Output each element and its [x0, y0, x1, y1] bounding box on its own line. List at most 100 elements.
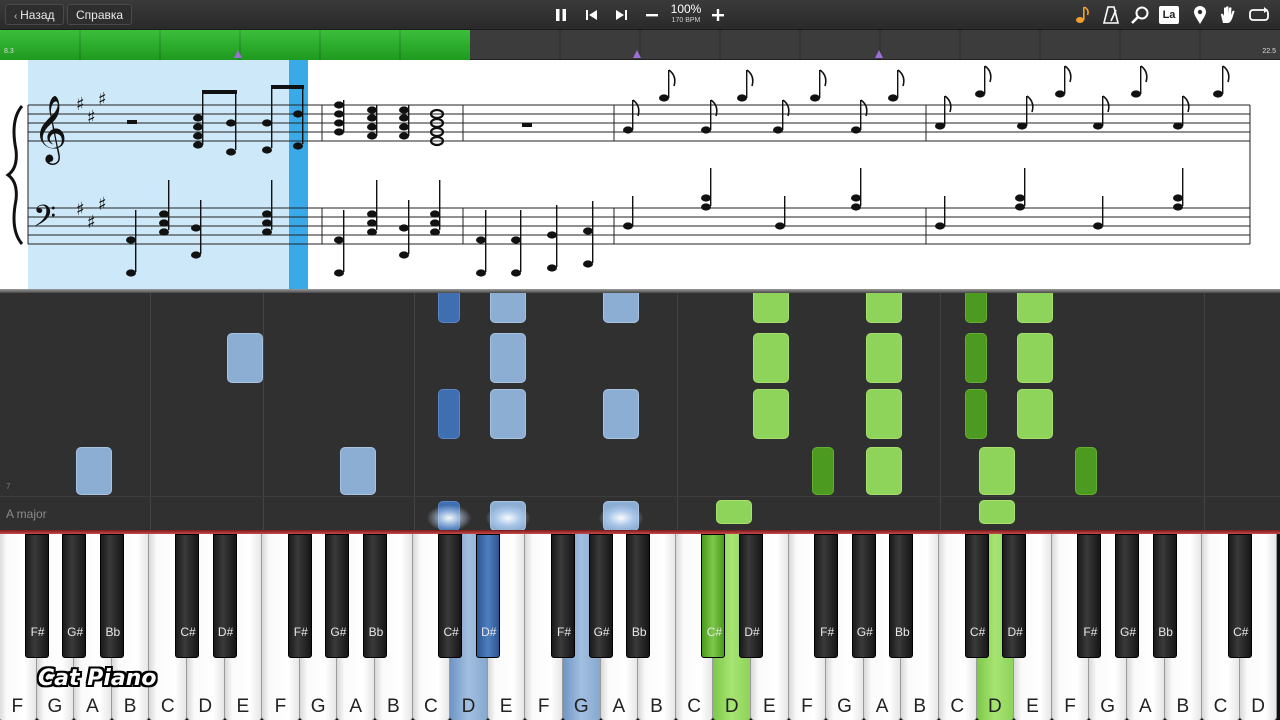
pause-icon[interactable]: [549, 3, 573, 27]
hand-icon[interactable]: [1216, 3, 1240, 27]
black-key[interactable]: C#: [438, 534, 463, 658]
white-key-label: D: [198, 696, 213, 717]
watermark: Cat Piano: [38, 666, 157, 691]
black-key[interactable]: Bb: [99, 534, 124, 658]
key-hit-glow: [486, 505, 530, 530]
falling-note: [1017, 333, 1053, 383]
measure-line: [263, 293, 264, 530]
playhead: [289, 60, 308, 289]
note-labels-icon[interactable]: La: [1157, 3, 1181, 27]
black-key[interactable]: F#: [551, 534, 575, 658]
sheet-music[interactable]: 𝄞 𝄢 ♯ ♯ ♯ ♯ ♯ ♯: [0, 60, 1280, 289]
black-key[interactable]: G#: [588, 534, 613, 658]
svg-text:♯: ♯: [87, 107, 96, 128]
notes-measure-2: [334, 100, 441, 277]
falling-note: [438, 293, 460, 323]
notes-measure-3: [476, 201, 594, 277]
metronome-icon[interactable]: [1099, 3, 1123, 27]
white-key-label: B: [913, 696, 927, 717]
back-button[interactable]: ‹ Назад: [5, 4, 64, 25]
white-key-label: F: [537, 696, 550, 717]
falling-note: [340, 447, 376, 495]
white-key-label: C: [424, 696, 438, 717]
black-key[interactable]: Bb: [889, 534, 914, 658]
black-key[interactable]: D#: [212, 534, 237, 658]
falling-note: [1075, 447, 1097, 495]
black-key[interactable]: C#: [701, 534, 726, 658]
black-key[interactable]: G#: [62, 534, 87, 658]
white-key-label: C: [687, 696, 701, 717]
black-key-label: C#: [180, 625, 196, 639]
plus-icon[interactable]: [706, 3, 730, 27]
black-key[interactable]: C#: [175, 534, 199, 658]
falling-note: [866, 447, 902, 495]
black-key-label: G#: [1119, 625, 1136, 639]
black-key[interactable]: F#: [24, 534, 49, 658]
skip-forward-icon[interactable]: [609, 3, 633, 27]
measure-line: [677, 293, 678, 530]
white-key-label: G: [573, 696, 589, 717]
zoom-icon[interactable]: [1128, 3, 1152, 27]
black-key-label: F#: [1083, 625, 1098, 639]
white-key-label: G: [1100, 696, 1116, 717]
black-key-label: F#: [556, 625, 571, 639]
falling-note: [965, 293, 987, 323]
white-key-label: B: [1176, 696, 1190, 717]
white-key-label: A: [875, 696, 889, 717]
minus-icon[interactable]: [640, 3, 664, 27]
black-key-label: F#: [820, 625, 835, 639]
falling-note: [438, 389, 460, 439]
black-key-label: F#: [30, 625, 45, 639]
white-key-label: A: [349, 696, 363, 717]
notes-measure-4: [623, 70, 899, 230]
black-key-label: G#: [856, 625, 873, 639]
back-button-label: Назад: [20, 8, 55, 22]
note-color-icon[interactable]: [1070, 3, 1094, 27]
svg-text:♯: ♯: [98, 89, 107, 110]
black-key[interactable]: D#: [475, 534, 500, 658]
svg-text:♯: ♯: [98, 194, 107, 215]
skip-back-icon[interactable]: [580, 3, 604, 27]
falling-note: [76, 447, 112, 495]
black-key[interactable]: F#: [814, 534, 839, 658]
help-button-label: Справка: [76, 8, 124, 22]
white-key-label: E: [499, 696, 513, 717]
notes-measure-5: [935, 66, 1224, 230]
black-key-label: G#: [593, 625, 610, 639]
black-key[interactable]: D#: [739, 534, 763, 658]
falling-note: [753, 333, 789, 383]
black-key[interactable]: F#: [287, 534, 312, 658]
black-key[interactable]: Bb: [1152, 534, 1177, 658]
help-button[interactable]: Справка: [67, 4, 133, 25]
bass-clef-icon: 𝄢: [33, 200, 56, 241]
loop-icon[interactable]: [1247, 3, 1271, 27]
timeline-ticks: [79, 30, 1201, 60]
black-key-label: Bb: [105, 625, 121, 639]
black-key[interactable]: G#: [1115, 534, 1139, 658]
falling-note: [490, 333, 526, 383]
black-key[interactable]: Bb: [626, 534, 651, 658]
black-key-label: C#: [969, 625, 986, 639]
black-key[interactable]: D#: [1002, 534, 1027, 658]
white-key-label: F: [274, 696, 287, 717]
black-key-label: D#: [1007, 625, 1023, 639]
song-timeline[interactable]: 8.3 22.5: [0, 30, 1280, 60]
black-key[interactable]: C#: [964, 534, 989, 658]
black-key[interactable]: C#: [1227, 534, 1252, 658]
black-key[interactable]: Bb: [363, 534, 387, 658]
black-key-label: Bb: [1158, 625, 1173, 639]
white-key-label: E: [762, 696, 776, 717]
black-key[interactable]: G#: [325, 534, 350, 658]
falling-note: [227, 333, 263, 383]
svg-text:♯: ♯: [87, 212, 96, 233]
falling-notes-area: 7 A major: [0, 293, 1280, 530]
falling-note: [603, 293, 639, 323]
black-key[interactable]: F#: [1077, 534, 1102, 658]
white-key-label: A: [612, 696, 626, 717]
toolbar: ‹ Назад Справка 100% 170 BPM La: [0, 0, 1280, 30]
black-key[interactable]: G#: [851, 534, 876, 658]
timeline-end-label: 22.5: [1262, 48, 1276, 55]
piano-keyboard[interactable]: F G A B C D E F G A B C D E F G A B C D E F G A B C D E F G A B C D F# G# B…: [0, 530, 1280, 720]
marker-icon[interactable]: [1188, 3, 1212, 27]
white-key-label: D: [461, 696, 476, 717]
